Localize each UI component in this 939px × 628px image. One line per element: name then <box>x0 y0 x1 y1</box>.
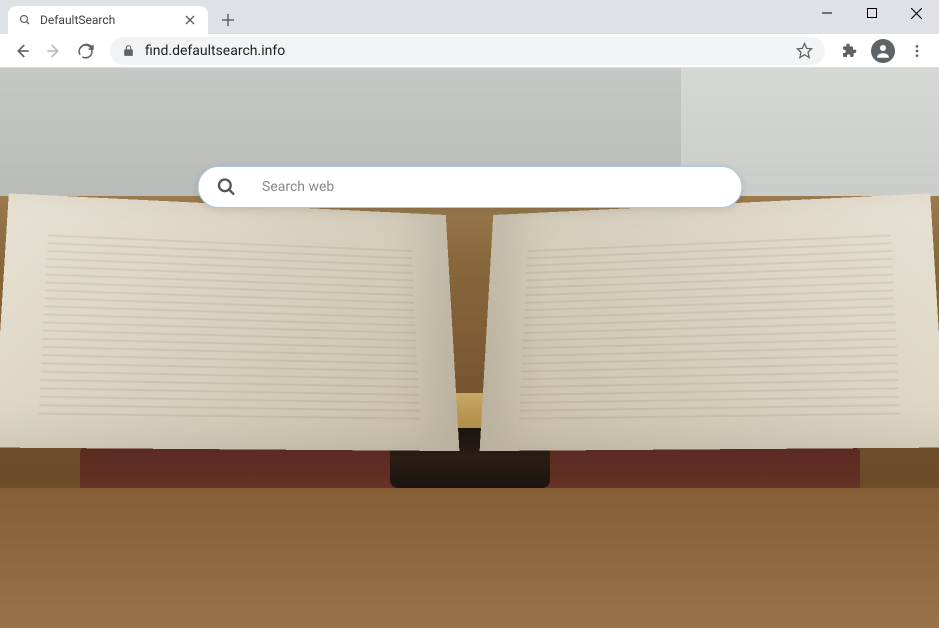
browser-toolbar: find.defaultsearch.info <box>0 34 939 68</box>
minimize-button[interactable] <box>804 0 849 26</box>
avatar-icon <box>871 39 895 63</box>
forward-button[interactable] <box>40 37 68 65</box>
back-button[interactable] <box>8 37 36 65</box>
menu-icon[interactable] <box>903 37 931 65</box>
tab-title: DefaultSearch <box>40 13 174 27</box>
close-icon[interactable] <box>182 12 198 28</box>
window-title-bar: DefaultSearch <box>0 0 939 34</box>
page-content <box>0 68 939 628</box>
maximize-button[interactable] <box>849 0 894 26</box>
address-bar[interactable]: find.defaultsearch.info <box>110 37 825 65</box>
browser-tab[interactable]: DefaultSearch <box>8 6 208 34</box>
url-text: find.defaultsearch.info <box>145 43 786 59</box>
background-desk-front <box>0 488 939 628</box>
search-container <box>197 166 742 208</box>
profile-avatar[interactable] <box>869 37 897 65</box>
search-icon <box>216 177 236 197</box>
toolbar-right <box>835 37 931 65</box>
background-book <box>0 198 939 488</box>
search-input[interactable] <box>262 179 723 195</box>
close-window-button[interactable] <box>894 0 939 26</box>
reload-button[interactable] <box>72 37 100 65</box>
search-box[interactable] <box>197 166 742 208</box>
search-icon <box>18 13 32 27</box>
bookmark-icon[interactable] <box>796 42 813 59</box>
extensions-icon[interactable] <box>835 37 863 65</box>
window-controls <box>804 0 939 26</box>
new-tab-button[interactable] <box>214 6 242 34</box>
tabs-area: DefaultSearch <box>0 0 242 34</box>
lock-icon <box>122 44 135 57</box>
